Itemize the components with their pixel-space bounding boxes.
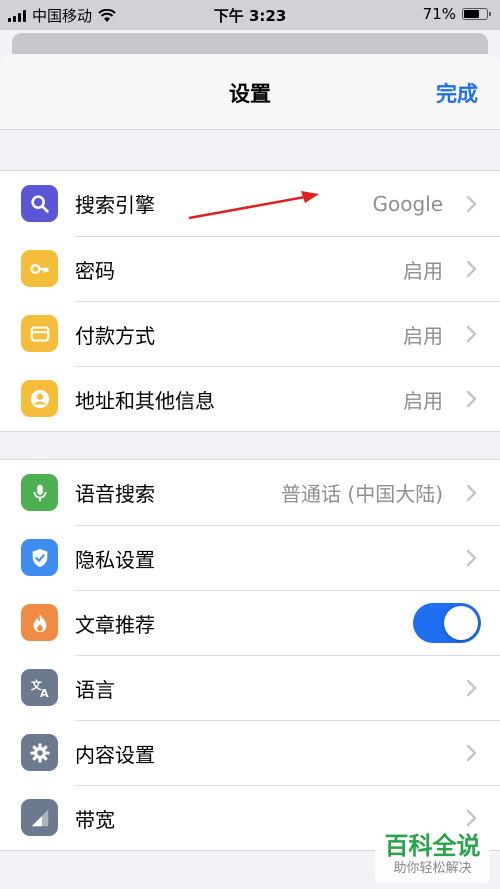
- row-value: 启用: [403, 388, 443, 413]
- toggle-knob: [444, 606, 478, 640]
- row-body: 地址和其他信息 启用: [75, 365, 500, 432]
- row-label: 地址和其他信息: [75, 388, 215, 413]
- watermark: 百科全说 助你轻松解决: [375, 831, 490, 883]
- row-value: 启用: [403, 258, 443, 283]
- settings-row[interactable]: 内容设置: [0, 719, 500, 786]
- credit-card-icon: [21, 315, 58, 352]
- chevron-right-icon: [466, 390, 477, 408]
- settings-row[interactable]: 隐私设置: [0, 524, 500, 591]
- chevron-right-icon: [466, 679, 477, 697]
- page-title: 设置: [229, 82, 271, 106]
- watermark-title: 百科全说: [384, 832, 481, 860]
- settings-sheet: 设置 完成 搜索引擎 Google 密码 启用 付款方式 启用 地址和其他信息 启用 语音搜索…: [0, 54, 500, 889]
- chevron-right-icon: [466, 325, 477, 343]
- navigation-bar: 设置 完成: [0, 54, 500, 130]
- shield-check-icon: [21, 539, 58, 576]
- chevron-right-icon: [466, 744, 477, 762]
- row-body: 语音搜索 普通话 (中国大陆): [75, 460, 500, 525]
- row-label: 密码: [75, 258, 115, 283]
- row-label: 付款方式: [75, 323, 155, 348]
- chevron-right-icon: [466, 549, 477, 567]
- row-label: 搜索引擎: [75, 193, 155, 217]
- settings-row[interactable]: 语音搜索 普通话 (中国大陆): [0, 460, 500, 525]
- translate-icon: 文A: [21, 669, 58, 706]
- settings-row[interactable]: 密码 启用: [0, 235, 500, 302]
- search-icon: [21, 185, 58, 222]
- flame-icon: [21, 604, 58, 641]
- settings-row[interactable]: 文章推荐: [0, 589, 500, 656]
- row-label: 语音搜索: [75, 482, 155, 506]
- row-body: 语言: [75, 654, 500, 721]
- article-recommendation-toggle[interactable]: [413, 603, 481, 643]
- row-body: 密码 启用: [75, 235, 500, 302]
- chevron-right-icon: [466, 195, 477, 212]
- row-body: 文章推荐: [75, 589, 500, 656]
- row-value: Google: [372, 191, 443, 216]
- row-label: 带宽: [75, 807, 115, 832]
- done-button[interactable]: 完成: [436, 78, 478, 108]
- battery-icon: [462, 8, 491, 20]
- settings-row[interactable]: 付款方式 启用: [0, 300, 500, 367]
- annotation-arrow: [188, 191, 319, 220]
- chevron-right-icon: [466, 809, 477, 827]
- microphone-icon: [21, 474, 58, 511]
- key-icon: [21, 250, 58, 287]
- row-label: 隐私设置: [75, 547, 155, 572]
- svg-text:A: A: [40, 687, 49, 699]
- row-label: 内容设置: [75, 742, 155, 767]
- row-body: 隐私设置: [75, 524, 500, 591]
- status-bar: 中国移动 下午 3:23 71%: [0, 0, 500, 30]
- watermark-subtitle: 助你轻松解决: [393, 861, 472, 876]
- settings-row[interactable]: 地址和其他信息 启用: [0, 365, 500, 432]
- chevron-right-icon: [466, 260, 477, 278]
- battery-percent: 71%: [422, 5, 456, 23]
- chevron-right-icon: [466, 484, 477, 501]
- row-value: 普通话 (中国大陆): [281, 482, 443, 506]
- bandwidth-icon: [21, 799, 58, 836]
- contact-icon: [21, 380, 58, 417]
- row-value: 启用: [403, 323, 443, 348]
- settings-row[interactable]: 文 A 语言: [0, 654, 500, 721]
- row-body: 付款方式 启用: [75, 300, 500, 367]
- gear-icon: [21, 734, 58, 771]
- row-label: 文章推荐: [75, 612, 155, 637]
- row-label: 语言: [75, 677, 115, 702]
- settings-group-2: 语音搜索 普通话 (中国大陆) 隐私设置文章推荐文 A 语言内容设置带宽: [0, 459, 500, 851]
- row-body: 内容设置: [75, 719, 500, 786]
